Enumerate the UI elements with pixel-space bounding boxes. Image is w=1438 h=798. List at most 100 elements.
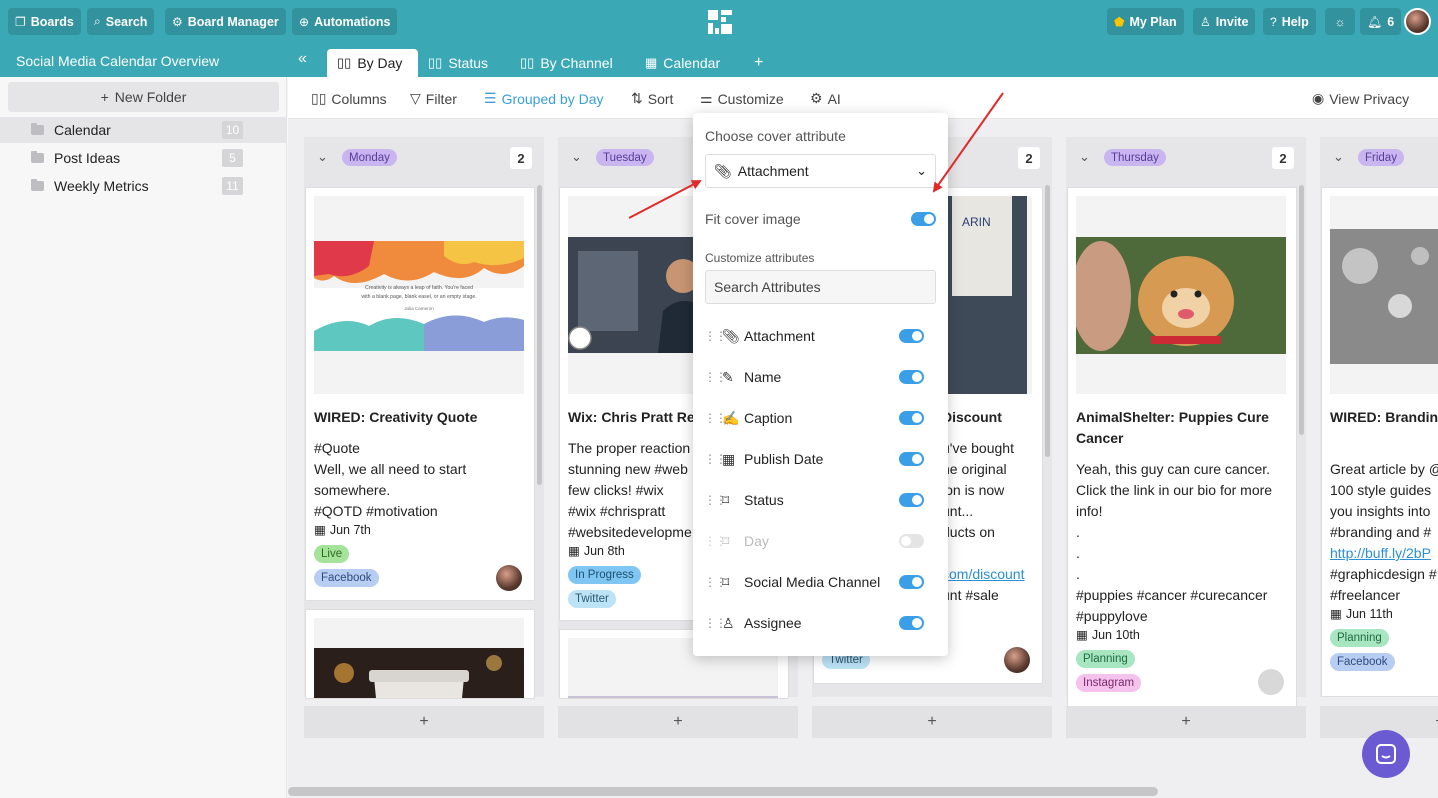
status-tag: Planning (1076, 650, 1135, 668)
folder-count: 5 (222, 149, 243, 167)
attribute-toggle[interactable] (899, 452, 924, 466)
my-plan-button[interactable]: ⬟ My Plan (1107, 8, 1184, 35)
day-pill: Friday (1358, 149, 1404, 166)
card-creativity-quote[interactable]: Creativity is always a leap of faith. Yo… (305, 187, 535, 601)
attribute-row-social-media-channel[interactable]: ⋮⋮ ⌑ Social Media Channel (693, 568, 948, 596)
attribute-toggle[interactable] (899, 616, 924, 630)
card-date: ▦ Jun 10th (1076, 627, 1140, 643)
chevron-down-icon[interactable]: ⌄ (317, 149, 328, 165)
attribute-toggle[interactable] (899, 534, 924, 548)
card-branding-marketing[interactable]: WIRED: Branding Marketing Great article … (1321, 187, 1438, 697)
shield-icon: ⬟ (1114, 14, 1125, 29)
card-caption-end: #graphicdesign # #freelancer (1330, 566, 1437, 603)
user-avatar[interactable] (1404, 8, 1431, 35)
sun-icon: ☼ (1334, 14, 1346, 29)
attribute-row-name[interactable]: ⋮⋮ ✎ Name (693, 363, 948, 391)
cover-attribute-select[interactable]: 📎︎ Attachment ⌄ (705, 154, 936, 188)
boards-button[interactable]: ❐ Boards (8, 8, 81, 35)
discount-link[interactable]: com/discount (942, 564, 1042, 585)
column-count: 2 (510, 147, 532, 169)
add-card-button[interactable]: + (558, 706, 798, 738)
grouped-by-button[interactable]: ☰ Grouped by Day (484, 90, 604, 107)
columns-button[interactable]: ▯▯ Columns (311, 90, 387, 107)
sidebar-folder-weekly-metrics[interactable]: Weekly Metrics 11 (0, 173, 287, 199)
card-title: WIRED: Creativity Quote (314, 409, 478, 425)
horizontal-scrollbar[interactable] (288, 787, 1158, 796)
card-caption: Great article by @ 100 style guides you … (1330, 461, 1438, 540)
card-title: AnimalShelter: Puppies Cure Cancer (1076, 409, 1269, 446)
attribute-row-day[interactable]: ⋮⋮ ⌑ Day (693, 527, 948, 555)
customize-button[interactable]: ⚌ Customize (700, 90, 784, 107)
attribute-row-caption[interactable]: ⋮⋮ ✍ Caption (693, 404, 948, 432)
pen-line-icon: ✍ (722, 409, 740, 426)
chevron-down-icon[interactable]: ⌄ (571, 149, 582, 165)
view-privacy-button[interactable]: ◉ View Privacy (1312, 90, 1409, 107)
attribute-row-attachment[interactable]: ⋮⋮ 📎︎ Attachment (693, 322, 948, 350)
paperclip-icon: 📎︎ (722, 327, 740, 344)
attribute-row-assignee[interactable]: ⋮⋮ ♙ Assignee (693, 609, 948, 637)
tab-by-day[interactable]: ▯▯ By Day (327, 49, 418, 77)
day-pill: Thursday (1104, 149, 1166, 166)
attribute-toggle[interactable] (899, 370, 924, 384)
filter-button[interactable]: ▽ Filter (410, 90, 457, 107)
new-folder-button[interactable]: + New Folder (8, 82, 279, 112)
quote-author: Julia Cameron (404, 306, 434, 311)
tag-icon: ⌑ (722, 532, 730, 549)
board-title: Social Media Calendar Overview (16, 53, 220, 69)
automations-button[interactable]: ⊕ Automations (292, 8, 398, 35)
card-puppies-cure-cancer[interactable]: AnimalShelter: Puppies Cure Cancer Yeah,… (1067, 187, 1297, 707)
attribute-toggle[interactable] (899, 329, 924, 343)
invite-button[interactable]: ♙ Invite (1193, 8, 1256, 35)
column-scrollbar[interactable] (537, 185, 542, 485)
add-card-button[interactable]: + (812, 706, 1052, 738)
add-card-button[interactable]: + (1066, 706, 1306, 738)
add-tab-button[interactable]: + (744, 49, 773, 77)
fit-cover-toggle[interactable] (911, 212, 936, 226)
tag-icon: ⌑ (722, 573, 730, 590)
search-attributes-input[interactable]: Search Attributes (705, 270, 936, 304)
attribute-toggle[interactable] (899, 575, 924, 589)
column-scrollbar[interactable] (1299, 185, 1304, 435)
column-header: ⌄ Thursday 2 (1066, 137, 1306, 179)
calendar-icon: ▦ (645, 55, 658, 70)
chat-support-button[interactable] (1362, 730, 1410, 778)
chip-icon: ⚙ (810, 90, 823, 106)
sort-button[interactable]: ⇅ Sort (631, 90, 673, 107)
attribute-toggle[interactable] (899, 411, 924, 425)
tab-status[interactable]: ▯▯ Status (418, 49, 498, 77)
board-manager-button[interactable]: ⚙ Board Manager (165, 8, 286, 35)
tab-calendar[interactable]: ▦ Calendar (635, 49, 730, 77)
buff-link[interactable]: http://buff.ly/2bP (1330, 543, 1438, 564)
app-logo-icon[interactable] (706, 8, 734, 36)
boards-icon: ❐ (15, 14, 26, 29)
columns-icon: ▯▯ (520, 55, 535, 70)
attribute-row-status[interactable]: ⋮⋮ ⌑ Status (693, 486, 948, 514)
card-coffee[interactable] (305, 609, 535, 699)
attribute-row-publish-date[interactable]: ⋮⋮ ▦ Publish Date (693, 445, 948, 473)
channel-tag: Facebook (1330, 653, 1395, 671)
attribute-toggle[interactable] (899, 493, 924, 507)
theme-toggle-button[interactable]: ☼ (1325, 8, 1355, 35)
eye-icon: ◉ (1312, 90, 1325, 106)
sidebar-folder-post-ideas[interactable]: Post Ideas 5 (0, 145, 287, 171)
help-button[interactable]: ? Help (1263, 8, 1316, 35)
search-button[interactable]: ⌕ Search (87, 8, 155, 35)
notifications-button[interactable]: 🔔︎ 6 (1360, 8, 1402, 35)
paperclip-icon: 📎︎ (714, 162, 732, 179)
chat-icon (1376, 744, 1396, 764)
tab-by-channel[interactable]: ▯▯ By Channel (510, 49, 623, 77)
chevron-down-icon[interactable]: ⌄ (1333, 149, 1344, 165)
puppy-image (1076, 196, 1286, 394)
chevron-down-icon[interactable]: ⌄ (1079, 149, 1090, 165)
day-pill: Monday (342, 149, 397, 166)
sidebar-folder-calendar[interactable]: Calendar 10 (0, 117, 287, 143)
channel-tag: Instagram (1076, 674, 1142, 692)
ai-button[interactable]: ⚙ AI (810, 90, 841, 107)
add-card-button[interactable]: + (304, 706, 544, 738)
column-scrollbar[interactable] (1045, 185, 1050, 457)
card-caption: Yeah, this guy can cure cancer. Click th… (1076, 461, 1273, 624)
day-pill: Tuesday (596, 149, 654, 166)
calendar-icon: ▦ (1076, 628, 1088, 642)
folder-icon (31, 179, 44, 191)
collapse-sidebar-icon[interactable]: « (298, 50, 307, 68)
